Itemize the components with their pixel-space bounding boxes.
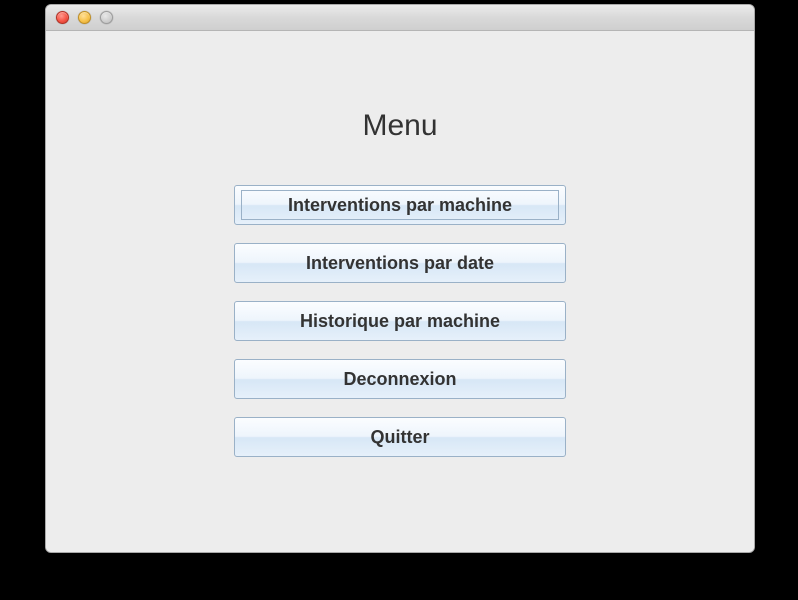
titlebar: [46, 5, 754, 31]
menu-button-group: Interventions par machine Interventions …: [234, 185, 566, 457]
button-label: Quitter: [370, 427, 429, 448]
button-label: Interventions par machine: [288, 195, 512, 216]
close-icon[interactable]: [56, 11, 69, 24]
button-label: Historique par machine: [300, 311, 500, 332]
page-title: Menu: [362, 109, 437, 143]
button-label: Interventions par date: [306, 253, 494, 274]
minimize-icon[interactable]: [78, 11, 91, 24]
interventions-par-machine-button[interactable]: Interventions par machine: [234, 185, 566, 225]
window-content: Menu Interventions par machine Intervent…: [46, 31, 754, 552]
button-label: Deconnexion: [343, 369, 456, 390]
deconnexion-button[interactable]: Deconnexion: [234, 359, 566, 399]
quitter-button[interactable]: Quitter: [234, 417, 566, 457]
app-window: Menu Interventions par machine Intervent…: [45, 4, 755, 553]
historique-par-machine-button[interactable]: Historique par machine: [234, 301, 566, 341]
maximize-icon[interactable]: [100, 11, 113, 24]
interventions-par-date-button[interactable]: Interventions par date: [234, 243, 566, 283]
